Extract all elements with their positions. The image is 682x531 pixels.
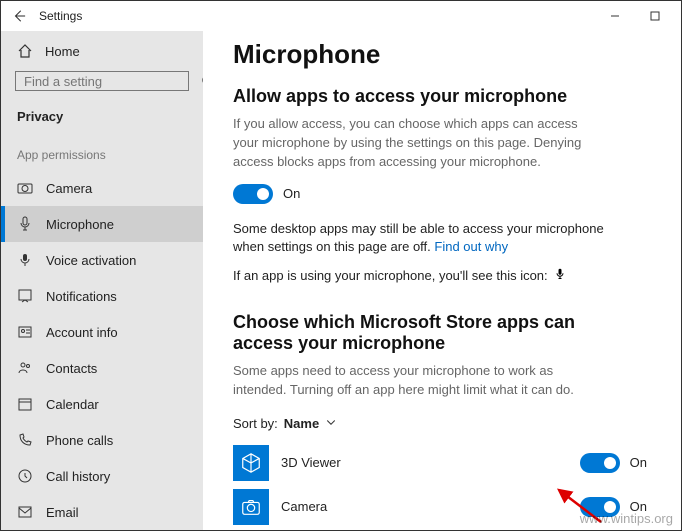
master-microphone-toggle[interactable]	[233, 184, 273, 204]
back-arrow-icon	[12, 9, 26, 23]
mic-in-use-icon	[554, 267, 566, 284]
sidebar-item-label: Email	[46, 505, 79, 520]
maximize-icon	[650, 11, 660, 21]
sidebar-item-label: Microphone	[46, 217, 114, 232]
app-toggle-state: On	[630, 455, 647, 470]
account-info-icon	[17, 324, 33, 340]
app-row-3d-viewer: 3D Viewer On	[233, 441, 651, 485]
content-pane: Microphone Allow apps to access your mic…	[203, 31, 681, 530]
app-row-cortana: Cortana Off	[233, 529, 651, 530]
contacts-icon	[17, 360, 33, 376]
app-row-camera: Camera On	[233, 485, 651, 529]
choose-apps-heading: Choose which Microsoft Store apps can ac…	[233, 312, 593, 354]
sidebar-item-calendar[interactable]: Calendar	[1, 386, 203, 422]
sort-label: Sort by:	[233, 416, 278, 431]
sidebar-item-notifications[interactable]: Notifications	[1, 278, 203, 314]
allow-apps-heading: Allow apps to access your microphone	[233, 86, 651, 107]
find-out-why-link[interactable]: Find out why	[434, 239, 508, 254]
camera-app-icon	[240, 496, 262, 518]
app-toggle-state: On	[630, 499, 647, 514]
sidebar-item-label: Calendar	[46, 397, 99, 412]
mic-in-use-line: If an app is using your microphone, you'…	[233, 267, 651, 284]
window-title: Settings	[39, 9, 82, 23]
app-toggle-camera[interactable]	[580, 497, 620, 517]
back-button[interactable]	[7, 4, 31, 28]
titlebar: Settings	[1, 1, 681, 31]
camera-icon	[17, 180, 33, 196]
choose-apps-description: Some apps need to access your microphone…	[233, 362, 593, 400]
sidebar-item-label: Notifications	[46, 289, 117, 304]
email-icon	[17, 504, 33, 520]
sidebar-item-email[interactable]: Email	[1, 494, 203, 530]
settings-window: Settings Home Privacy App permissions	[0, 0, 682, 531]
sidebar-item-label: Camera	[46, 181, 92, 196]
sort-by-dropdown[interactable]: Sort by: Name	[233, 416, 651, 431]
page-title: Microphone	[233, 39, 651, 70]
sidebar-category: Privacy	[1, 103, 203, 134]
sidebar: Home Privacy App permissions Camera Micr…	[1, 31, 203, 530]
sidebar-item-contacts[interactable]: Contacts	[1, 350, 203, 386]
microphone-icon	[17, 216, 33, 232]
sidebar-item-label: Call history	[46, 469, 110, 484]
search-box[interactable]	[15, 71, 189, 91]
app-toggle-3d-viewer[interactable]	[580, 453, 620, 473]
voice-activation-icon	[17, 252, 33, 268]
sidebar-item-label: Contacts	[46, 361, 97, 376]
sidebar-item-label: Phone calls	[46, 433, 113, 448]
minimize-icon	[610, 11, 620, 21]
master-toggle-state: On	[283, 186, 300, 201]
chevron-down-icon	[325, 416, 337, 431]
home-nav-button[interactable]: Home	[1, 33, 203, 69]
app-tile-camera	[233, 489, 269, 525]
home-label: Home	[45, 44, 80, 59]
home-icon	[17, 43, 33, 59]
phone-calls-icon	[17, 432, 33, 448]
sidebar-item-camera[interactable]: Camera	[1, 170, 203, 206]
maximize-button[interactable]	[635, 4, 675, 28]
allow-apps-description: If you allow access, you can choose whic…	[233, 115, 593, 172]
notifications-icon	[17, 288, 33, 304]
sidebar-item-voice-activation[interactable]: Voice activation	[1, 242, 203, 278]
sidebar-item-label: Voice activation	[46, 253, 136, 268]
sidebar-item-microphone[interactable]: Microphone	[1, 206, 203, 242]
app-tile-3d-viewer	[233, 445, 269, 481]
app-name: Camera	[281, 499, 568, 514]
sidebar-item-call-history[interactable]: Call history	[1, 458, 203, 494]
sort-value: Name	[284, 416, 319, 431]
permissions-heading: App permissions	[1, 134, 203, 170]
minimize-button[interactable]	[595, 4, 635, 28]
cube-icon	[240, 452, 262, 474]
calendar-icon	[17, 396, 33, 412]
sidebar-item-label: Account info	[46, 325, 118, 340]
sidebar-item-account-info[interactable]: Account info	[1, 314, 203, 350]
search-input[interactable]	[24, 74, 200, 89]
desktop-apps-note: Some desktop apps may still be able to a…	[233, 220, 633, 258]
app-name: 3D Viewer	[281, 455, 568, 470]
sidebar-item-phone-calls[interactable]: Phone calls	[1, 422, 203, 458]
call-history-icon	[17, 468, 33, 484]
